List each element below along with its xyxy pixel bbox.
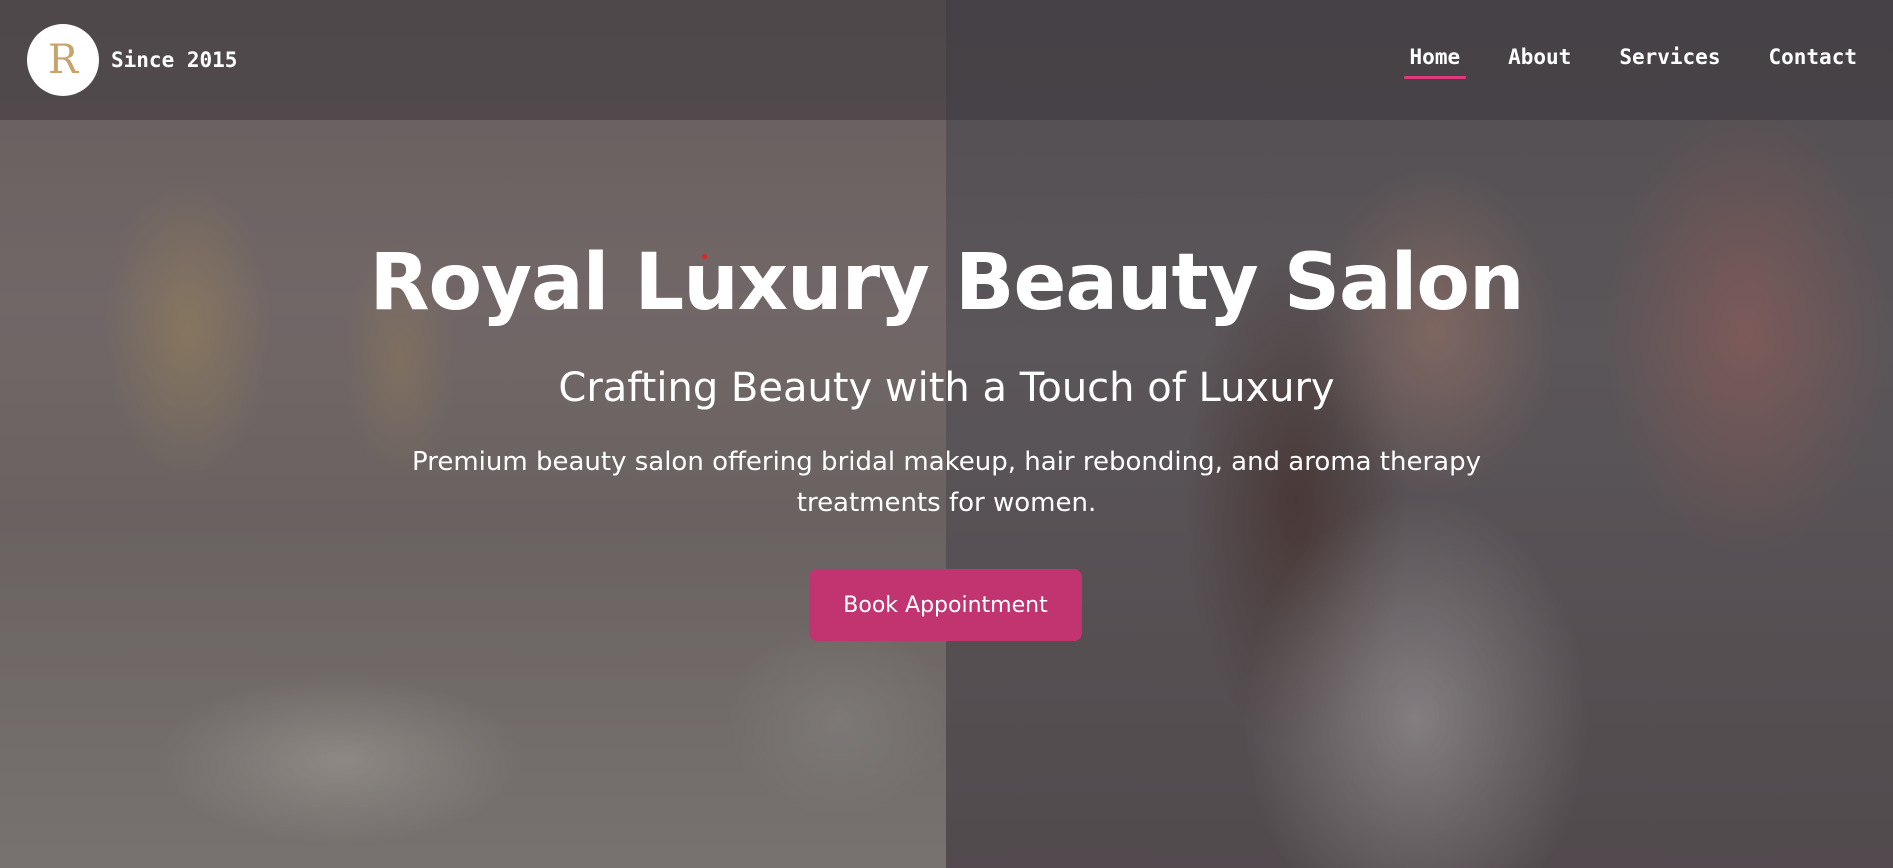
nav-about[interactable]: About [1508,45,1571,75]
nav-home[interactable]: Home [1403,45,1466,79]
site-header: R Since 2015 Home About Services Contact [0,0,1893,120]
book-appointment-button[interactable]: Book Appointment [809,569,1082,641]
cursor-dot [702,254,707,259]
nav-services[interactable]: Services [1619,45,1720,75]
since-text: Since 2015 [111,48,238,72]
main-nav: Home About Services Contact [1362,45,1857,79]
hero-section: Royal Luxury Beauty Salon Crafting Beaut… [0,120,1893,868]
hero-description: Premium beauty salon offering bridal mak… [412,447,1481,518]
logo-icon[interactable]: R [27,24,99,96]
brand[interactable]: R Since 2015 [27,24,237,96]
logo-letter: R [47,37,79,83]
hero-title: Royal Luxury Beauty Salon [369,238,1524,328]
hero-subtitle: Crafting Beauty with a Touch of Luxury [558,365,1335,411]
nav-contact[interactable]: Contact [1768,45,1857,75]
